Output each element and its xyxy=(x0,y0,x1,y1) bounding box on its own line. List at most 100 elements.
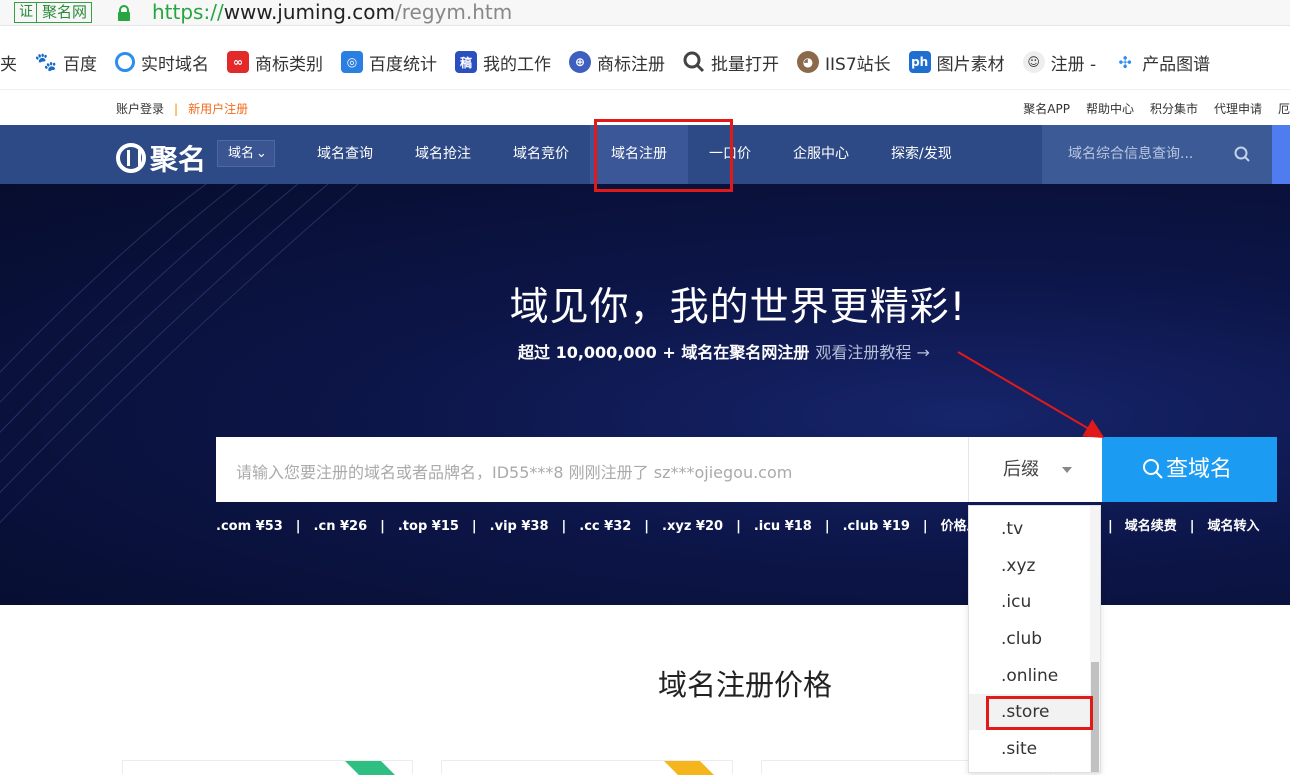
separator: | xyxy=(174,102,179,116)
nav-domain-auction[interactable]: 域名竞价 xyxy=(492,125,590,184)
register-link[interactable]: 新用户注册 xyxy=(188,102,248,116)
price-links-right: | 域名续费 | 域名转入 xyxy=(1108,515,1260,534)
bookmark-label: 实时域名 xyxy=(141,54,209,75)
search-icon[interactable] xyxy=(1234,146,1250,162)
nav-explore[interactable]: 探索/发现 xyxy=(870,125,973,184)
price-separator: | xyxy=(922,519,928,534)
bookmark-batch-open[interactable]: 批量打开 xyxy=(683,50,779,75)
bookmark-label: 夹 xyxy=(0,54,17,75)
search-domain-button-label: 查域名 xyxy=(1166,457,1233,482)
bookmark-trademark-class[interactable]: ∞ 商标类别 xyxy=(227,50,323,75)
nav-domain-query[interactable]: 域名查询 xyxy=(296,125,394,184)
bookmark-label: 百度 xyxy=(63,54,97,75)
more-link[interactable]: 厄 xyxy=(1278,100,1290,117)
work-icon: 稿 xyxy=(455,51,477,73)
nav-search-button[interactable] xyxy=(1272,125,1290,184)
search-domain-button[interactable]: 查域名 xyxy=(1102,437,1277,502)
price-links: .com ¥53 | .cn ¥26 | .top ¥15 | .vip ¥38 | .cc ¥… xyxy=(216,515,980,534)
dog-icon: ◕ xyxy=(797,51,819,73)
bookmark-trademark-register[interactable]: ⊕ 商标注册 xyxy=(569,50,665,75)
bookmarks-bar: 夹 🐾 百度 实时域名 ∞ 商标类别 ◎ 百度统计 稿 我的工作 ⊕ 商标注册 … xyxy=(0,40,1290,84)
price-link[interactable]: .club ¥19 xyxy=(843,519,910,534)
dots-icon: ✣ xyxy=(1118,52,1132,72)
url-path: /regym.htm xyxy=(395,0,513,24)
bookmark-iis7[interactable]: ◕ IIS7站长 xyxy=(797,50,891,75)
nav-search-placeholder: 域名综合信息查询... xyxy=(1068,146,1194,162)
bookmark-label: 产品图谱 xyxy=(1142,54,1211,75)
bookmark-baidu[interactable]: 🐾 百度 xyxy=(35,50,97,75)
bookmark-label: 批量打开 xyxy=(711,54,779,75)
section-title: 域名注册价格 xyxy=(658,668,833,702)
suffix-select[interactable]: 后缀 xyxy=(968,437,1102,502)
category-select[interactable]: 域名 ⌄ xyxy=(217,140,275,167)
bookmark-label: IIS7站长 xyxy=(825,54,891,75)
logo-icon xyxy=(116,143,146,173)
bookmark-baidu-stats[interactable]: ◎ 百度统计 xyxy=(341,50,437,75)
bookmark-register[interactable]: ☺ 注册 - xyxy=(1022,50,1097,75)
bookmark-realtime[interactable]: 实时域名 xyxy=(115,50,209,75)
annotation-box-nav xyxy=(594,119,733,192)
login-link[interactable]: 账户登录 xyxy=(116,102,164,116)
chevron-down-icon: ⌄ xyxy=(256,146,267,161)
suffix-option[interactable]: .online xyxy=(969,658,1091,694)
price-separator: | xyxy=(295,519,301,534)
price-separator: | xyxy=(1108,519,1113,534)
search-icon xyxy=(1143,459,1163,479)
ph-icon: ph xyxy=(908,51,931,73)
price-separator: | xyxy=(561,519,567,534)
agent-link[interactable]: 代理申请 xyxy=(1214,100,1262,117)
transfer-link[interactable]: 域名转入 xyxy=(1208,519,1260,534)
certificate-icon: 证 xyxy=(19,3,37,22)
app-link[interactable]: 聚名APP xyxy=(1023,100,1070,117)
url-text[interactable]: https://www.juming.com/regym.htm xyxy=(152,0,512,25)
suffix-option[interactable]: .xyz xyxy=(969,548,1091,584)
shield-icon: ⊕ xyxy=(569,51,591,73)
logo-text: 聚名 xyxy=(150,143,207,176)
price-link[interactable]: .xyz ¥20 xyxy=(662,519,723,534)
tutorial-link-text: 观看注册教程 xyxy=(815,343,912,362)
hero-subtitle: 超过 10,000,000 + 域名在聚名网注册 观看注册教程 → xyxy=(518,339,930,363)
annotation-box-store xyxy=(986,696,1093,730)
bookmark-label: 百度统计 xyxy=(369,54,437,75)
price-card[interactable] xyxy=(122,760,413,775)
suffix-option[interactable]: .tv xyxy=(969,511,1091,547)
price-separator: | xyxy=(1189,519,1195,534)
points-link[interactable]: 积分集市 xyxy=(1150,100,1198,117)
category-select-label: 域名 xyxy=(228,146,255,161)
address-bar[interactable]: 证 聚名网 https://www.juming.com/regym.htm xyxy=(0,0,1290,26)
nav-enterprise[interactable]: 企服中心 xyxy=(772,125,870,184)
price-card[interactable] xyxy=(441,760,733,775)
bookmark-product-map[interactable]: ✣ 产品图谱 xyxy=(1114,50,1210,75)
bookmark-folder[interactable]: 夹 xyxy=(0,50,17,75)
bookmark-images[interactable]: ph 图片素材 xyxy=(908,50,1005,75)
url-scheme: https:// xyxy=(152,0,224,24)
nav-domain-snatch[interactable]: 域名抢注 xyxy=(394,125,492,184)
price-link[interactable]: .vip ¥38 xyxy=(490,519,549,534)
lock-icon xyxy=(118,5,130,21)
caret-down-icon xyxy=(1062,467,1072,473)
realtime-icon xyxy=(115,52,135,72)
help-link[interactable]: 帮助中心 xyxy=(1086,100,1134,117)
price-link[interactable]: .com ¥53 xyxy=(216,519,283,534)
price-separator: | xyxy=(736,519,741,534)
nav-search-input[interactable]: 域名综合信息查询... xyxy=(1042,125,1272,184)
price-link[interactable]: .cn ¥26 xyxy=(314,519,368,534)
domain-search-input[interactable]: 请输入您要注册的域名或者品牌名，ID55***8 刚刚注册了 sz***ojie… xyxy=(236,459,792,483)
bookmark-label: 图片素材 xyxy=(936,54,1005,75)
price-separator: | xyxy=(824,519,830,534)
price-link[interactable]: .icu ¥18 xyxy=(754,519,812,534)
certificate-badge[interactable]: 证 聚名网 xyxy=(14,2,93,23)
bookmark-label: 注册 - xyxy=(1050,54,1097,75)
logo[interactable]: 聚名 xyxy=(116,138,206,178)
suffix-option[interactable]: .club xyxy=(969,621,1091,657)
tutorial-link[interactable]: 观看注册教程 → xyxy=(815,343,930,362)
renew-link[interactable]: 域名续费 xyxy=(1125,519,1177,534)
suffix-option[interactable]: .icu xyxy=(969,584,1091,620)
suffix-option[interactable]: .site xyxy=(969,731,1091,767)
hero-title: 域见你，我的世界更精彩! xyxy=(509,285,967,330)
price-link[interactable]: .cc ¥32 xyxy=(579,519,631,534)
trademark-icon: ∞ xyxy=(227,51,249,73)
bookmark-my-work[interactable]: 稿 我的工作 xyxy=(455,50,551,75)
price-link[interactable]: .top ¥15 xyxy=(398,519,459,534)
site-name: 聚名网 xyxy=(42,3,88,21)
